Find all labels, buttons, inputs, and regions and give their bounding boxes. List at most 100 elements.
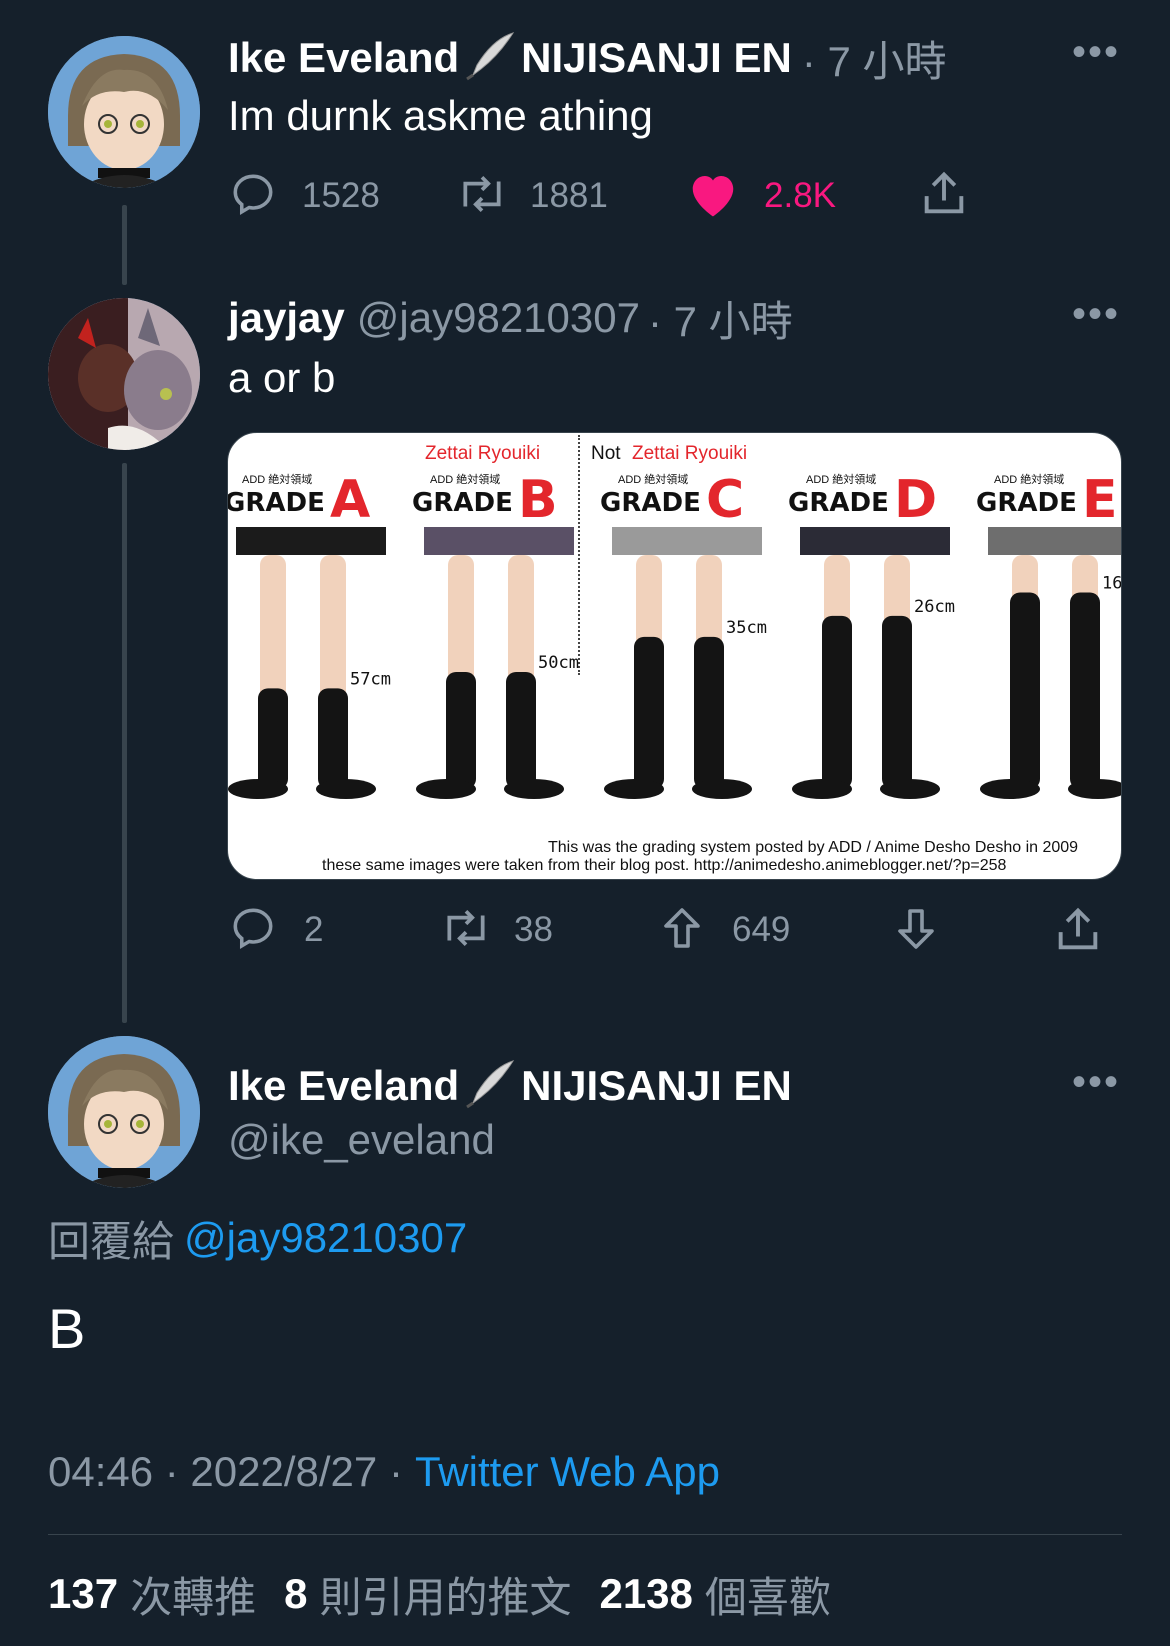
share-icon [1052, 904, 1104, 961]
foot-right [316, 779, 376, 799]
label-not-zettai: Zettai Ryouiki [632, 443, 748, 464]
thread-line [122, 205, 127, 285]
grade-letter: C [706, 470, 744, 530]
grade-word: GRADE [412, 488, 513, 518]
quotes-total[interactable]: 8 [284, 1570, 307, 1618]
reply-to-link[interactable]: @jay98210307 [184, 1214, 467, 1262]
author-affiliation: NIJISANJI EN [521, 1062, 792, 1109]
foot-right [504, 779, 564, 799]
quill-icon [463, 31, 517, 86]
sock-right [506, 672, 536, 789]
like-button[interactable]: 2.8K [686, 168, 836, 224]
avatar-jayjay[interactable] [48, 298, 200, 450]
foot-left [980, 779, 1040, 799]
downvote-button[interactable] [892, 904, 940, 959]
grade-word: GRADE [228, 488, 325, 518]
foot-left [792, 779, 852, 799]
tweet-text: B [48, 1297, 86, 1360]
more-icon[interactable]: ••• [1072, 292, 1120, 337]
grade-letter: E [1082, 470, 1118, 530]
reply-button[interactable]: 2 [228, 902, 323, 958]
retweet-button[interactable]: 38 [438, 902, 553, 958]
label-zettai: Zettai Ryouiki [425, 443, 541, 464]
quotes-label[interactable]: 則引用的推文 [319, 1564, 571, 1625]
sock-right [1070, 592, 1100, 789]
sock-left [446, 672, 476, 789]
reply-count: 2 [304, 910, 324, 949]
quill-icon [463, 1059, 517, 1114]
foot-left [604, 779, 664, 799]
reply-button[interactable]: 1528 [228, 168, 380, 224]
upvote-count: 649 [732, 910, 791, 949]
grade-letter: B [518, 470, 558, 530]
skirt [236, 527, 386, 555]
grade-letter: A [330, 470, 370, 530]
avatar-ike-image [48, 1036, 200, 1188]
foot-left [416, 779, 476, 799]
sock-left [258, 688, 288, 789]
author-handle[interactable]: @jay98210307 [357, 294, 640, 342]
grade-length: 16cm [1102, 573, 1121, 593]
grade-letter: D [894, 470, 937, 530]
likes-label[interactable]: 個喜歡 [705, 1564, 831, 1625]
foot-right [692, 779, 752, 799]
tweet-text: Im durnk askme athing [228, 92, 653, 139]
tweet-timestamp[interactable]: 04:46 · 2022/8/27 · [48, 1448, 403, 1496]
tweet-source-link[interactable]: Twitter Web App [415, 1448, 720, 1496]
more-icon[interactable]: ••• [1072, 30, 1120, 75]
author-name[interactable]: Ike Eveland [228, 34, 459, 82]
retweet-count: 38 [514, 910, 553, 949]
likes-total[interactable]: 2138 [599, 1570, 692, 1618]
retweet-icon [454, 169, 510, 224]
grade-length: 50cm [538, 653, 579, 673]
sock-left [634, 636, 664, 789]
author-handle[interactable]: @ike_eveland [228, 1116, 495, 1164]
share-button[interactable] [1052, 904, 1104, 961]
skirt [424, 527, 574, 555]
avatar-ike[interactable] [48, 36, 200, 188]
tweet-time[interactable]: · 7 小時 [648, 288, 793, 349]
tweet-media-image[interactable]: Zettai Ryouiki Not Zettai Ryouiki ADD 絶対… [227, 432, 1122, 880]
grade-prefix: ADD 絶対領域 [806, 472, 876, 486]
avatar-ike[interactable] [48, 1036, 200, 1188]
grade-length: 57cm [350, 669, 391, 689]
reply-icon [228, 903, 278, 958]
upvote-button[interactable]: 649 [658, 902, 790, 958]
caption-line-1: This was the grading system posted by AD… [548, 839, 1079, 856]
retweet-count: 1881 [530, 176, 608, 215]
grade-prefix: ADD 絶対領域 [242, 472, 312, 486]
grade-figures: ADD 絶対領域GRADE A57cmADD 絶対領域GRADE B50cmADD … [228, 470, 1121, 799]
more-icon[interactable]: ••• [1072, 1060, 1120, 1105]
grade-prefix: ADD 絶対領域 [994, 472, 1064, 486]
like-count: 2.8K [764, 176, 836, 215]
grade-length: 35cm [726, 618, 767, 638]
sock-right [694, 636, 724, 789]
share-button[interactable] [918, 168, 970, 225]
author-name[interactable]: Ike Eveland [228, 1062, 459, 1110]
thread-line [122, 463, 127, 1023]
retweets-total[interactable]: 137 [48, 1570, 118, 1618]
tweet-time[interactable]: · 7 小時 [802, 28, 947, 89]
reply-icon [228, 169, 278, 224]
sock-left [1010, 592, 1040, 789]
author-affiliation: NIJISANJI EN [521, 34, 792, 81]
retweet-button[interactable]: 1881 [454, 168, 608, 224]
foot-left [228, 779, 288, 799]
skirt [800, 527, 950, 555]
author-name[interactable]: jayjay [228, 294, 345, 342]
skirt [612, 527, 762, 555]
grade-length: 26cm [914, 597, 955, 617]
heart-icon [686, 169, 740, 224]
upvote-icon [658, 903, 706, 958]
grade-prefix: ADD 絶対領域 [430, 472, 500, 486]
grade-word: GRADE [600, 488, 701, 518]
share-icon [918, 168, 970, 225]
reply-prefix: 回覆給 [48, 1217, 175, 1265]
grade-word: GRADE [976, 488, 1077, 518]
tweet-text: a or b [228, 354, 336, 401]
skirt [988, 527, 1121, 555]
retweets-label[interactable]: 次轉推 [130, 1564, 256, 1625]
grade-prefix: ADD 絶対領域 [618, 472, 688, 486]
avatar-ike-image [48, 36, 200, 188]
avatar-jayjay-image [48, 298, 200, 450]
